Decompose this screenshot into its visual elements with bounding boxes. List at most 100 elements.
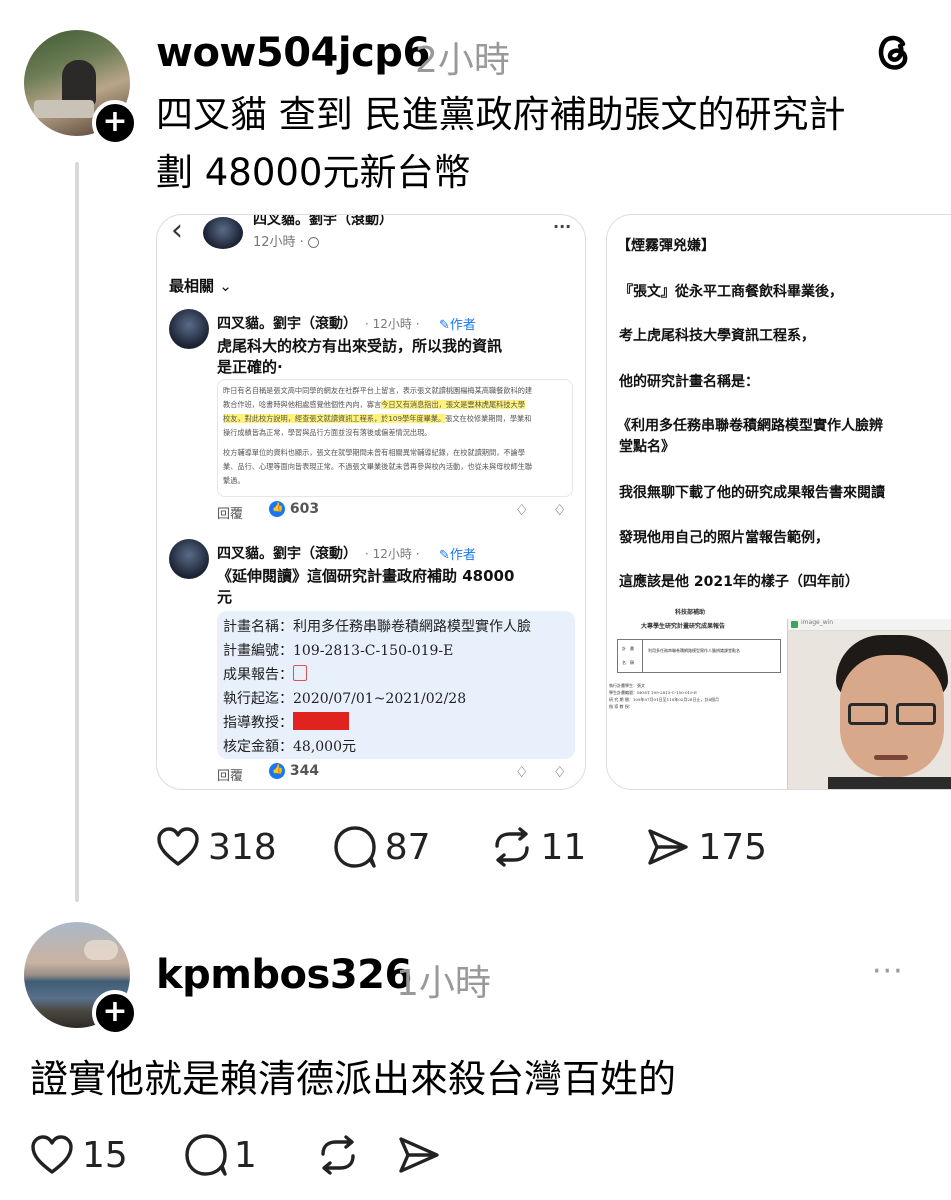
sort-label: 最相關 [169, 277, 215, 295]
share-button[interactable]: 175 [646, 827, 767, 868]
post-text-line-2: 劃 48000元新台幣 [156, 151, 471, 194]
doc-row-4: 指 導 教 授： [609, 704, 633, 709]
article-p2: 考上虎尾科技大學資訊工程系， [619, 328, 815, 344]
like-button[interactable]: 318 [156, 827, 277, 868]
comment2-avatar[interactable] [169, 539, 209, 579]
quote-line-2a: 教合作班，唸書時與他相處感覺他個性內向，寡言 [223, 400, 382, 409]
doc-cell-3: 利用多任務串聯卷積網路模型實作人臉辨識課堂點名 [648, 648, 740, 653]
thread-connector-line [75, 162, 79, 902]
doc-heading-2: 大專學生研究計畫研究成果報告 [641, 623, 726, 630]
more-icon[interactable]: ··· [872, 954, 904, 989]
repost-count: 11 [540, 826, 587, 868]
follow-plus-button[interactable]: + [92, 990, 138, 1036]
plan-advisor-row: 指導教授： [223, 711, 569, 735]
quote-highlight-1: 今日又有消息指出，張文是雲林虎尾科技大學 [381, 400, 525, 409]
comment1-name[interactable]: 四叉貓。劉宇（滾動） [217, 313, 357, 333]
quote-line-6: 業、品行、心理等面向皆表現正常。不過張文畢業後就未曾再參與校內活動，也從未與母校… [223, 462, 533, 471]
comment2-likes-value: 344 [289, 763, 320, 779]
comment2-name[interactable]: 四叉貓。劉宇（滾動） [217, 543, 357, 563]
doc-cell-2: 名 稱 [622, 660, 634, 665]
image-card-facebook-comments[interactable]: ‹ 四叉貓。劉宇（滾動） 12小時 · ··· 最相關 ⌄ 四叉貓。劉宇（滾動）… [156, 214, 586, 790]
doc-row-2: 學生計畫編號：MOST 109-2813-C-150-019-E [609, 690, 697, 695]
quote-line-5: 校方輔導單位的資料也顯示，張文在就學期間未曾有相關異常輔導紀錄，在校就讀期間，不… [223, 448, 525, 457]
reply-like-count: 15 [82, 1134, 128, 1176]
comment1-author-label: 作者 [449, 318, 476, 333]
reply-comment-button[interactable]: 1 [184, 1134, 257, 1176]
fb-header-name: 四叉貓。劉宇（滾動） [253, 214, 393, 228]
share-icon [648, 829, 689, 865]
plan-period-value: 2020/07/01~2021/02/28 [293, 691, 467, 707]
repost-icon [321, 1135, 355, 1175]
thumbs-down-icon[interactable]: ♢ [553, 501, 566, 519]
reply-repost-button[interactable] [315, 1135, 361, 1175]
plan-info-box: 計畫名稱：利用多任務串聯卷積網路模型實作人臉 計畫編號：109-2813-C-1… [217, 611, 575, 759]
reply-comment-count: 1 [233, 1134, 257, 1176]
pen-icon: ✎ [439, 318, 450, 333]
image-card-article[interactable]: 【煙霧彈兇嫌】 『張文』從永平工商餐飲科畢業後， 考上虎尾科技大學資訊工程系， … [606, 214, 951, 790]
thumbs-up-icon[interactable]: ♢ [515, 501, 528, 519]
plan-amount-value: 48,000元 [293, 739, 356, 755]
pdf-icon[interactable] [293, 665, 307, 681]
quote-highlight-2: 校友，對此校方說明，經查張文就讀資訊工程系，於109學年度畢業。 [223, 414, 446, 423]
report-document-thumbnail: 科技部補助 大專學生研究計畫研究成果報告 計 畫 名 稱 利用多任務串聯卷積網路… [607, 599, 785, 789]
plan-id-label: 計畫編號： [223, 643, 293, 659]
comment1-reply-button[interactable]: 回覆 [217, 503, 243, 522]
comment2-author-label: 作者 [449, 548, 476, 563]
heart-icon [157, 827, 199, 866]
doc-cell-1: 計 畫 [622, 646, 634, 651]
comment1-text-2: 是正確的· [217, 358, 283, 376]
avatar-cloud [84, 940, 118, 960]
person-glasses-left [848, 703, 888, 725]
doc-row-3: 研 究 期 間：109年07月01日至110年02月28日止，計8個月 [609, 697, 719, 702]
plan-name-label: 計畫名稱： [223, 619, 293, 635]
doc-heading-1: 科技部補助 [675, 609, 706, 616]
comment2-like-count[interactable]: 344 [269, 763, 319, 779]
photo-window-titlebar: image_win [788, 619, 951, 631]
comment1-like-count[interactable]: 603 [269, 501, 319, 517]
repost-icon [494, 827, 529, 867]
plan-report-row: 成果報告： [223, 663, 569, 687]
comment-icon [334, 826, 376, 868]
fb-more-icon[interactable]: ··· [553, 217, 571, 236]
like-badge-icon [269, 763, 285, 779]
reply-like-button[interactable]: 15 [30, 1135, 128, 1176]
heart-icon [31, 1135, 73, 1174]
article-p7: 這應該是他 2021年的樣子（四年前） [619, 574, 859, 590]
fb-header-avatar [203, 217, 243, 249]
article-p3: 他的研究計畫名稱是： [619, 374, 759, 390]
article-p4b: 堂點名》 [619, 439, 675, 455]
plan-id-value: 109-2813-C-150-019-E [293, 643, 454, 659]
comment1-avatar[interactable] [169, 309, 209, 349]
reply-text: 證實他就是賴清德派出來殺台灣百姓的 [30, 1057, 677, 1101]
post-username[interactable]: wow504jcp6 [156, 30, 430, 76]
share-count: 175 [698, 826, 768, 868]
comment1-quote-box: 昨日有名自稱是張文高中同學的網友在社群平台上留言，表示張文就讀桃園楊梅某高職餐飲… [217, 379, 573, 497]
comment2-reply-button[interactable]: 回覆 [217, 765, 243, 784]
comment1-author-tag: ✎作者 [439, 314, 476, 333]
plan-name-row: 計畫名稱：利用多任務串聯卷積網路模型實作人臉 [223, 615, 569, 639]
like-badge-icon [269, 501, 285, 517]
share-icon [399, 1137, 439, 1173]
quote-line-3b: 張文在校修業期間，學業和 [445, 414, 532, 423]
article-title: 【煙霧彈兇嫌】 [617, 238, 715, 254]
thumbs-down-icon[interactable]: ♢ [553, 763, 566, 781]
follow-plus-button[interactable]: + [92, 100, 138, 146]
post-action-bar: 318 87 11 175 [156, 826, 767, 868]
threads-logo-icon[interactable] [873, 30, 913, 74]
quote-line-7: 繫過。 [223, 476, 245, 485]
repost-button[interactable]: 11 [489, 826, 587, 868]
reply-share-button[interactable] [397, 1135, 441, 1175]
sort-most-relevant[interactable]: 最相關 ⌄ [169, 275, 232, 296]
comment2-text-2: 元 [217, 588, 233, 606]
post-timestamp: 2小時 [415, 40, 510, 81]
plan-name-value: 利用多任務串聯卷積網路模型實作人臉 [293, 619, 531, 635]
comment-button[interactable]: 87 [333, 826, 431, 868]
article-p4a: 《利用多任務串聯卷積網路模型實作人臉辨 [617, 418, 883, 434]
thumbs-up-icon[interactable]: ♢ [515, 763, 528, 781]
plan-advisor-label: 指導教授： [223, 715, 293, 731]
reply-username[interactable]: kpmbos326 [156, 952, 412, 998]
article-p6: 發現他用自己的照片當報告範例， [619, 530, 829, 546]
fb-header-time-text: 12小時 · [253, 235, 308, 250]
back-chevron-icon[interactable]: ‹ [171, 215, 183, 248]
pen-icon: ✎ [439, 548, 450, 563]
